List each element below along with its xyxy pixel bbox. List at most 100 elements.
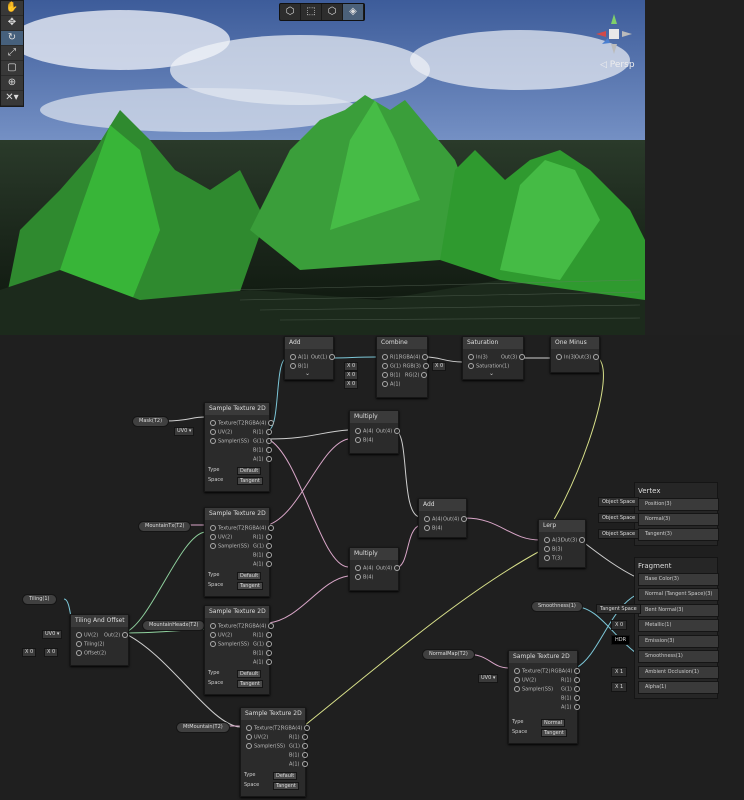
input-texture[interactable]: Texture(T2) xyxy=(208,525,246,532)
input-port-b[interactable]: B(1) xyxy=(288,363,309,370)
input-texture[interactable]: Texture(T2) xyxy=(208,623,246,630)
space-dropdown[interactable]: Tangent xyxy=(237,477,263,485)
output-a[interactable]: A(1) xyxy=(253,659,274,666)
output-port[interactable]: Out(3) xyxy=(501,354,527,361)
output-port[interactable]: Out(1) xyxy=(311,354,337,361)
output-b[interactable]: B(1) xyxy=(289,752,310,759)
uv-channel-field[interactable]: UV0 ▾ xyxy=(174,427,195,436)
alpha-slot[interactable]: Alpha(1) xyxy=(638,681,719,694)
input-port-a[interactable]: A(4) xyxy=(353,428,374,435)
sample-texture-2d-node-4[interactable]: Sample Texture 2D Texture(T2) UV(2) Samp… xyxy=(240,707,311,797)
projection-label[interactable]: ◁ Persp xyxy=(600,60,635,70)
input-sampler[interactable]: Sampler(SS) xyxy=(208,641,249,648)
rect-tool-icon[interactable]: ▢ xyxy=(1,61,23,76)
metallic-value-field[interactable]: X 0 xyxy=(611,620,628,630)
vertex-normal-slot[interactable]: Normal(3) xyxy=(638,513,719,526)
transform-tool-icon[interactable]: ⊕ xyxy=(1,76,23,91)
output-b[interactable]: B(1) xyxy=(253,447,274,454)
alpha-value-field[interactable]: X 1 xyxy=(611,682,628,692)
custom-tool-icon[interactable]: ✕▾ xyxy=(1,91,23,106)
output-r[interactable]: R(1) xyxy=(253,534,274,541)
ambient-occlusion-slot[interactable]: Ambient Occlusion(1) xyxy=(638,666,719,679)
output-port[interactable]: Out(4) xyxy=(376,428,402,435)
input-port-b[interactable]: B(4) xyxy=(353,574,374,581)
input-offset[interactable]: Offset(2) xyxy=(74,650,106,657)
expand-chevron-icon[interactable]: ⌄ xyxy=(489,370,494,377)
input-texture[interactable]: Texture(T2) xyxy=(244,725,282,732)
input-uv[interactable]: UV(2) xyxy=(244,734,268,741)
ao-value-field[interactable]: X 1 xyxy=(611,667,628,677)
move-tool-icon[interactable]: ✥ xyxy=(1,16,23,31)
scale-tool-icon[interactable]: ⤢ xyxy=(1,46,23,61)
output-rgb[interactable]: RGB(3) xyxy=(403,363,431,370)
output-a[interactable]: A(1) xyxy=(253,456,274,463)
output-g[interactable]: G(1) xyxy=(289,743,310,750)
normal-map-property[interactable]: NormalMap(T2) xyxy=(422,649,475,660)
wireframe-icon[interactable]: ⬡ xyxy=(322,4,343,20)
input-tiling[interactable]: Tiling(2) xyxy=(74,641,105,648)
output-port[interactable]: Out(4) xyxy=(376,565,402,572)
saturation-node[interactable]: Saturation In(3) Saturation(1) Out(3) ⌄ xyxy=(462,336,527,380)
input-texture[interactable]: Texture(T2) xyxy=(208,420,246,427)
tangent-space-field[interactable]: Object Space xyxy=(598,529,640,539)
input-port-a[interactable]: A(1) xyxy=(288,354,309,361)
input-port-b[interactable]: B(1) xyxy=(380,372,401,379)
multiply-node[interactable]: Multiply A(4) B(4) Out(4) xyxy=(349,410,402,454)
output-r[interactable]: R(1) xyxy=(253,429,274,436)
sample-texture-2d-node-2[interactable]: Sample Texture 2D Texture(T2) UV(2) Samp… xyxy=(204,507,275,597)
output-b[interactable]: B(1) xyxy=(253,552,274,559)
output-port[interactable]: Out(3) xyxy=(575,354,601,361)
input-port-b[interactable]: B(3) xyxy=(542,546,563,553)
output-rgba[interactable]: RGBA(4) xyxy=(281,725,312,732)
space-dropdown[interactable]: Tangent xyxy=(541,729,567,737)
multiply-node-2[interactable]: Multiply A(4) B(4) Out(4) xyxy=(349,547,402,591)
output-rgba[interactable]: RGBA(4) xyxy=(245,623,276,630)
input-port-b[interactable]: B(4) xyxy=(353,437,374,444)
rotate-tool-icon[interactable]: ↻ xyxy=(1,31,23,46)
b-value-field[interactable]: X 0 xyxy=(344,371,359,380)
output-a[interactable]: A(1) xyxy=(253,561,274,568)
input-uv[interactable]: UV(2) xyxy=(208,632,232,639)
input-port-in[interactable]: In(3) xyxy=(466,354,488,361)
vertex-tangent-slot[interactable]: Tangent(3) xyxy=(638,528,719,541)
input-port-a[interactable]: A(3) xyxy=(542,537,563,544)
bent-normal-slot[interactable]: Bent Normal(3) xyxy=(638,604,719,617)
mountain-texture-property[interactable]: MountainTx(T2) xyxy=(138,521,192,532)
space-dropdown[interactable]: Tangent xyxy=(237,680,263,688)
lerp-node[interactable]: Lerp A(3) B(3) T(3) Out(3) xyxy=(538,519,586,568)
output-g[interactable]: G(1) xyxy=(253,543,274,550)
output-a[interactable]: A(1) xyxy=(561,704,582,711)
hand-tool-icon[interactable]: ✋ xyxy=(1,1,23,16)
output-rgba[interactable]: RGBA(4) xyxy=(551,668,582,675)
base-color-slot[interactable]: Base Color(3) xyxy=(638,573,719,586)
type-dropdown[interactable]: Default xyxy=(237,670,262,678)
output-rgba[interactable]: RGBA(4) xyxy=(245,420,276,427)
emission-slot[interactable]: Emission(3) xyxy=(638,635,719,648)
input-port-a[interactable]: A(1) xyxy=(380,381,401,388)
offset-x-field[interactable]: X 0 xyxy=(22,648,37,657)
combine-node[interactable]: Combine R(1) G(1) B(1) A(1) RGBA(4) RGB(… xyxy=(376,336,431,398)
output-b[interactable]: B(1) xyxy=(561,695,582,702)
mt-mountain-property[interactable]: MtMountain(T2) xyxy=(176,722,230,733)
output-a[interactable]: A(1) xyxy=(289,761,310,768)
sample-texture-2d-node[interactable]: Sample Texture 2D Texture(T2) UV(2) Samp… xyxy=(204,402,275,492)
tiling-and-offset-node[interactable]: Tiling And Offset UV(2) Tiling(2) Offset… xyxy=(70,614,129,666)
output-g[interactable]: G(1) xyxy=(253,641,274,648)
input-port-r[interactable]: R(1) xyxy=(380,354,401,361)
shader-graph-canvas[interactable]: Add A(1) B(1) Out(1) ⌄ Combine R(1) G(1)… xyxy=(0,335,744,800)
normal-slot[interactable]: Normal (Tangent Space)(3) xyxy=(638,588,719,601)
add-node[interactable]: Add A(1) B(1) Out(1) ⌄ xyxy=(284,336,337,380)
input-port-a[interactable]: A(4) xyxy=(422,516,443,523)
draw-mode-icon[interactable]: ⬡ xyxy=(280,4,301,20)
space-dropdown[interactable]: Tangent xyxy=(237,582,263,590)
output-rg[interactable]: RG(2) xyxy=(405,372,429,379)
emission-hdr-swatch[interactable]: HDR xyxy=(611,635,631,645)
g-value-field[interactable]: X 0 xyxy=(344,362,359,371)
input-port-in[interactable]: In(3) xyxy=(554,354,576,361)
input-texture[interactable]: Texture(T2) xyxy=(512,668,550,675)
rect-select-icon[interactable]: ⬚ xyxy=(301,4,322,20)
input-port-g[interactable]: G(1) xyxy=(380,363,401,370)
sample-texture-2d-node-3[interactable]: Sample Texture 2D Texture(T2) UV(2) Samp… xyxy=(204,605,275,695)
smoothness-slot[interactable]: Smoothness(1) xyxy=(638,650,719,663)
uv-channel-field[interactable]: UV0 ▾ xyxy=(42,630,63,639)
